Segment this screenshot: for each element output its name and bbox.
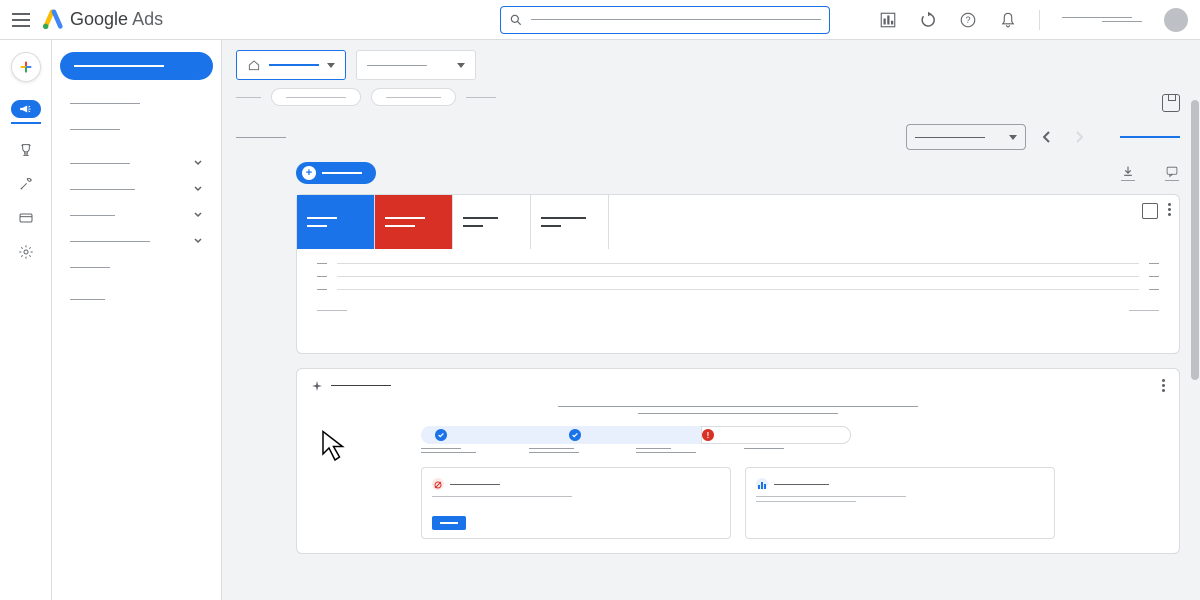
chevron-down-icon (193, 236, 203, 246)
check-icon (435, 429, 447, 441)
logo[interactable]: Google Ads (42, 9, 163, 31)
reports-icon[interactable] (879, 11, 897, 29)
metric-tab-impressions[interactable] (375, 195, 453, 249)
scrollbar[interactable] (1191, 40, 1199, 598)
rail-goals[interactable] (0, 142, 52, 158)
metric-tab-ctr[interactable] (453, 195, 531, 249)
card-icon (18, 210, 34, 226)
svg-text:?: ? (965, 15, 970, 25)
cursor-icon (317, 427, 353, 463)
caret-down-icon (327, 63, 335, 68)
sidebar-item-adgroups[interactable] (60, 176, 213, 202)
sidebar (52, 40, 222, 600)
page-title (236, 137, 286, 138)
chevron-down-icon (193, 158, 203, 168)
check-icon (569, 429, 581, 441)
search-icon (509, 13, 523, 27)
avatar[interactable] (1164, 8, 1188, 32)
refresh-icon[interactable] (919, 11, 937, 29)
metric-tab-clicks[interactable] (297, 195, 375, 249)
date-next-button[interactable] (1068, 126, 1090, 148)
more-icon[interactable] (1162, 379, 1165, 392)
sidebar-primary[interactable] (60, 52, 213, 80)
gear-icon (18, 244, 34, 260)
search-input[interactable] (500, 6, 830, 34)
progress-bar: ! (421, 426, 851, 444)
trophy-icon (18, 142, 34, 158)
menu-icon[interactable] (12, 13, 30, 27)
sidebar-item-insights[interactable] (60, 116, 213, 142)
sparkle-icon (311, 380, 323, 392)
tools-icon (18, 176, 34, 192)
error-icon: ! (702, 429, 714, 441)
sidebar-item-ads[interactable] (60, 202, 213, 228)
chevron-down-icon (193, 184, 203, 194)
help-icon[interactable]: ? (959, 11, 977, 29)
scroll-thumb[interactable] (1191, 100, 1199, 380)
filter-chip[interactable] (371, 88, 456, 106)
create-button[interactable] (11, 52, 41, 82)
app-header: Google Ads ? (0, 0, 1200, 40)
sidebar-item-more[interactable] (60, 286, 213, 312)
account-selector[interactable] (236, 50, 346, 80)
google-ads-logo-icon (42, 9, 64, 31)
save-icon[interactable] (1162, 94, 1180, 112)
date-range-selector[interactable] (906, 124, 1026, 150)
view-button[interactable] (432, 516, 466, 530)
rail-billing[interactable] (0, 210, 52, 226)
download-icon[interactable] (1120, 165, 1136, 181)
caret-down-icon (457, 63, 465, 68)
account-info[interactable] (1062, 17, 1142, 22)
sidebar-item-recommendations[interactable] (60, 90, 213, 116)
metric-tab-cpc[interactable] (531, 195, 609, 249)
compare-link[interactable] (1120, 136, 1180, 138)
nav-rail (0, 40, 52, 600)
scope-selector[interactable] (356, 50, 476, 80)
more-icon[interactable] (1168, 203, 1171, 219)
chart-icon (756, 478, 768, 490)
sidebar-item-campaigns[interactable] (60, 150, 213, 176)
recommendation-tile[interactable] (745, 467, 1055, 539)
caret-down-icon (1009, 135, 1017, 140)
new-campaign-button[interactable]: + (296, 162, 376, 184)
main-content: + (222, 40, 1200, 600)
warning-icon (432, 478, 444, 490)
megaphone-icon (19, 104, 33, 114)
feedback-icon[interactable] (1164, 165, 1180, 181)
rail-campaigns[interactable] (0, 100, 52, 124)
chart-type-icon[interactable] (1142, 203, 1158, 219)
chevron-down-icon (193, 210, 203, 220)
sidebar-item-settings[interactable] (60, 254, 213, 280)
breadcrumb (236, 88, 1180, 106)
notifications-icon[interactable] (999, 11, 1017, 29)
recommendations-card: ! (296, 368, 1180, 554)
card-title (331, 385, 391, 386)
rail-settings[interactable] (0, 244, 52, 260)
recommendation-tile[interactable] (421, 467, 731, 539)
scorecard (296, 194, 1180, 354)
logo-text: Google Ads (70, 9, 163, 30)
plus-icon: + (302, 166, 316, 180)
sidebar-item-audiences[interactable] (60, 228, 213, 254)
filter-chip[interactable] (271, 88, 361, 106)
chart-area (297, 249, 1179, 310)
house-icon (247, 58, 261, 72)
rail-tools[interactable] (0, 176, 52, 192)
plus-icon (18, 59, 34, 75)
date-prev-button[interactable] (1036, 126, 1058, 148)
